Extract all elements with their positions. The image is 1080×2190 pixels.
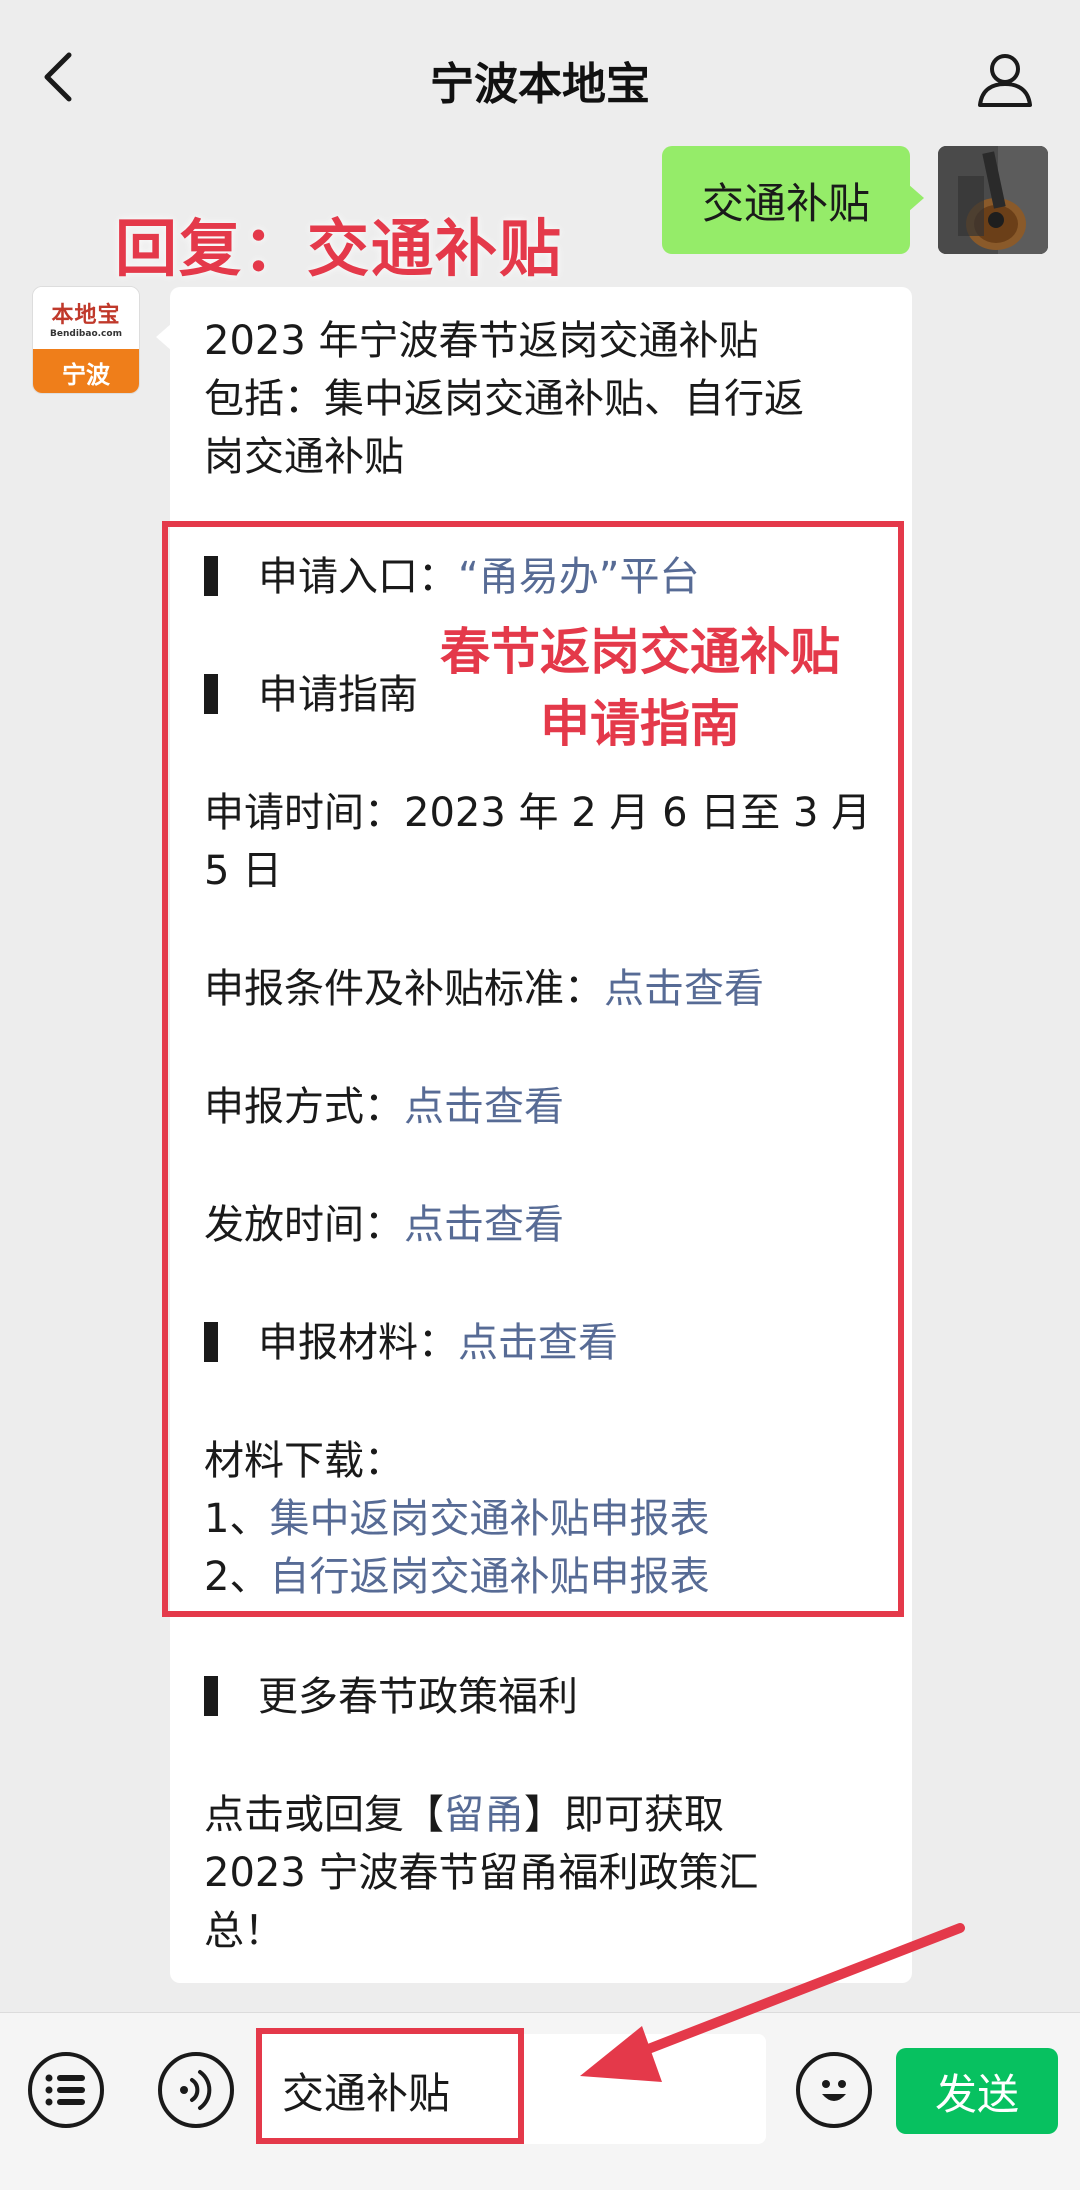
top-bar: 宁波本地宝 bbox=[0, 0, 1080, 142]
menu-button[interactable] bbox=[28, 2052, 104, 2128]
profile-icon bbox=[978, 54, 1032, 107]
voice-icon bbox=[180, 2070, 212, 2110]
bot-avatar[interactable]: 本地宝 Bendibao.com 宁波 bbox=[32, 286, 140, 394]
bot-avatar-logo: 本地宝 Bendibao.com bbox=[33, 287, 139, 349]
input-highlight-box bbox=[256, 2028, 524, 2144]
more-heading-row: 更多春节政策福利 bbox=[204, 1668, 578, 1726]
guide-annotation-line-2: 申请指南 bbox=[540, 695, 740, 753]
more-line-3: 总！ bbox=[204, 1908, 284, 1954]
arrow-annotation-icon bbox=[580, 1923, 965, 2082]
section-bar-icon bbox=[204, 1676, 218, 1716]
guide-annotation: 春节返岗交通补贴 申请指南 bbox=[400, 616, 880, 760]
more-line-2: 2023 宁波春节留甬福利政策汇 bbox=[204, 1850, 759, 1896]
intro-line-3: 岗交通补贴 bbox=[204, 434, 404, 480]
bot-avatar-logo-text: 本地宝 bbox=[51, 303, 121, 328]
menu-list-icon bbox=[45, 2074, 85, 2106]
chat-title: 宁波本地宝 bbox=[430, 59, 650, 110]
voice-button[interactable] bbox=[158, 2052, 234, 2128]
intro-line-1: 2023 年宁波春节返岗交通补贴 bbox=[204, 318, 759, 364]
reply-hint-annotation: 回复：交通补贴 bbox=[115, 212, 564, 285]
user-message-text: 交通补贴 bbox=[701, 178, 870, 228]
more-line-1-a: 点击或回复【 bbox=[204, 1792, 444, 1838]
more-heading: 更多春节政策福利 bbox=[258, 1674, 578, 1720]
guitar-photo-icon bbox=[938, 146, 1048, 254]
more-line-1-b: 】即可获取 bbox=[524, 1792, 724, 1838]
bot-avatar-domain: Bendibao.com bbox=[50, 329, 122, 339]
bot-avatar-city: 宁波 bbox=[33, 349, 139, 393]
profile-button[interactable] bbox=[970, 44, 1040, 114]
more-line-1: 点击或回复【留甬】即可获取 bbox=[204, 1786, 724, 1844]
liuyong-link[interactable]: 留甬 bbox=[444, 1792, 524, 1838]
guide-annotation-line-1: 春节返岗交通补贴 bbox=[440, 623, 840, 681]
user-message-bubble[interactable]: 交通补贴 bbox=[662, 146, 924, 254]
intro-line-2: 包括：集中返岗交通补贴、自行返 bbox=[204, 376, 804, 422]
user-avatar[interactable] bbox=[938, 146, 1048, 254]
